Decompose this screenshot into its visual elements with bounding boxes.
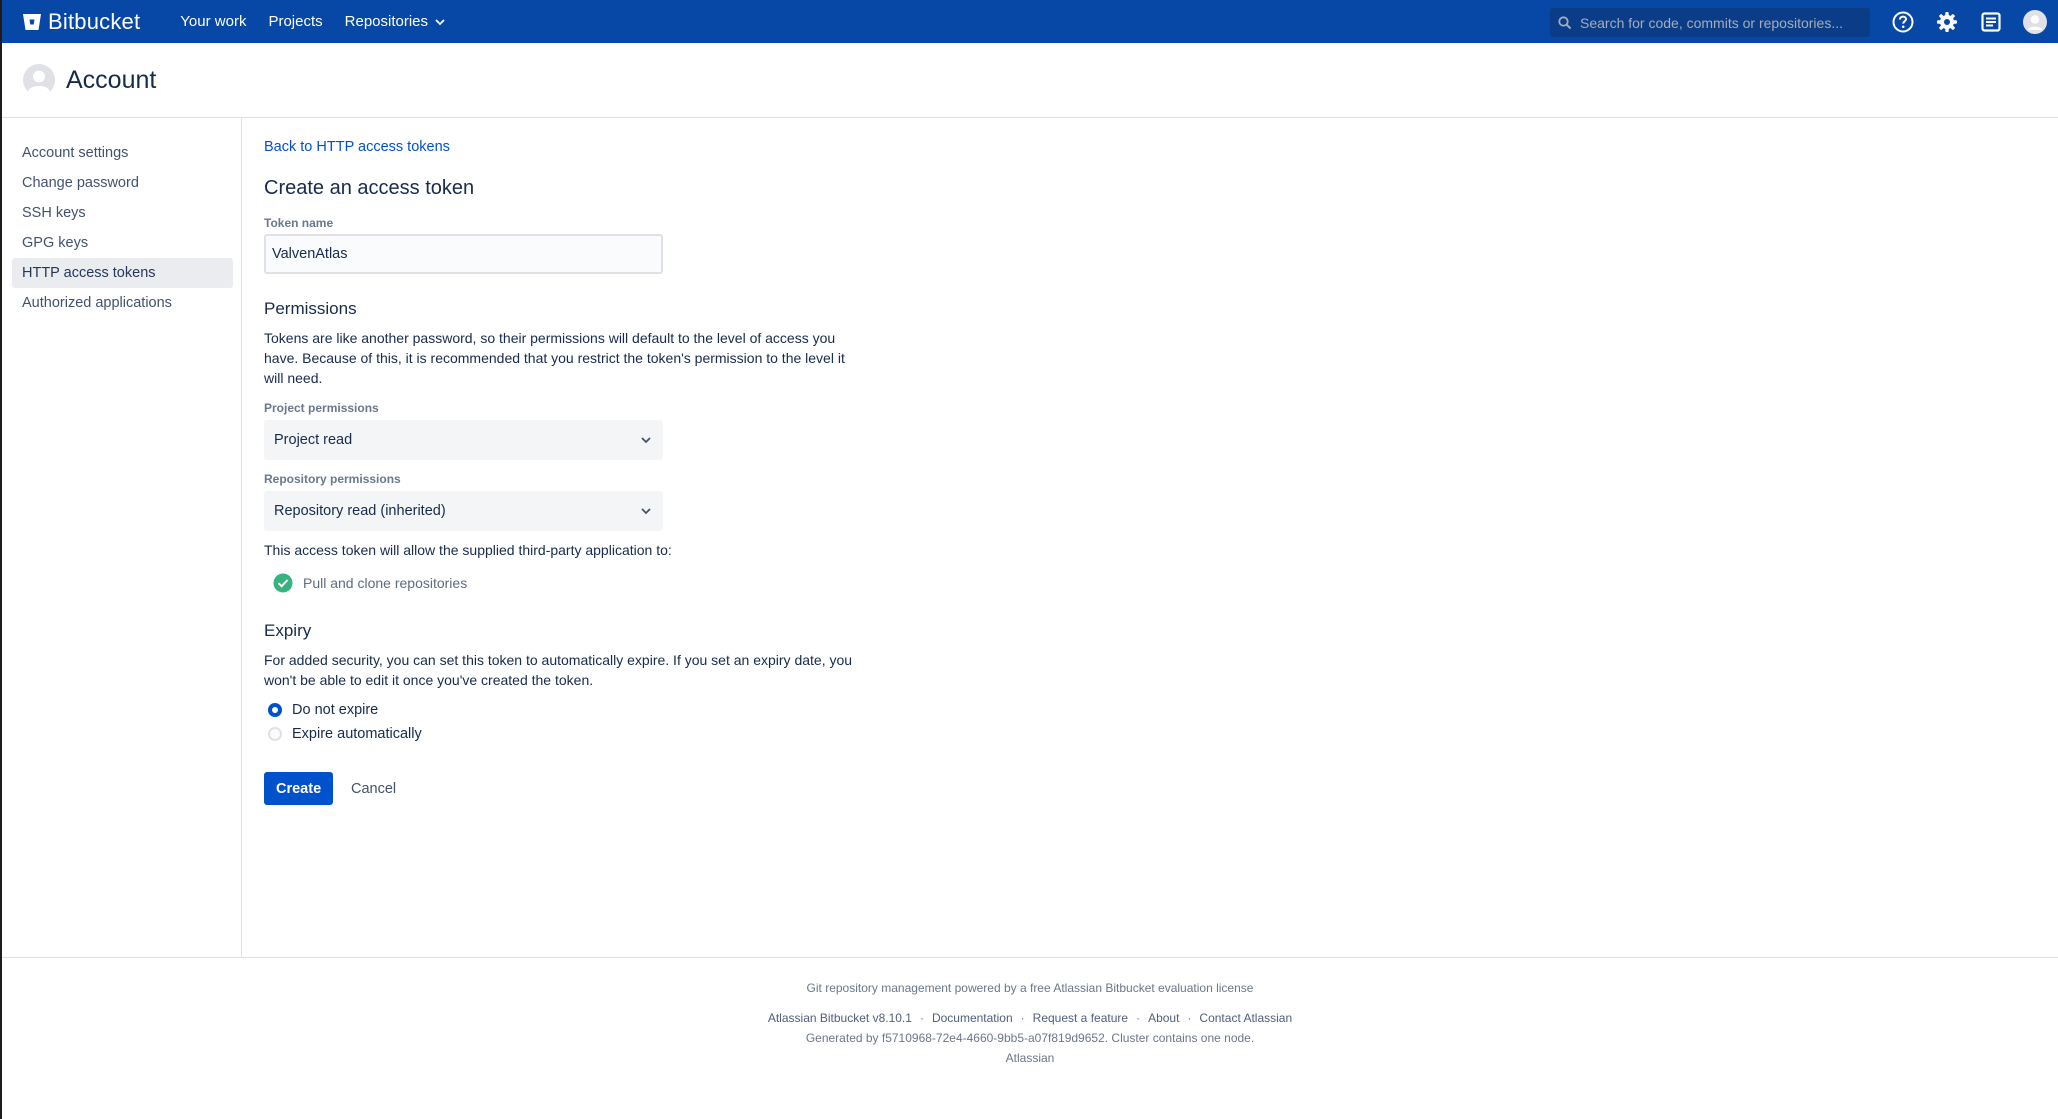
token-name-input[interactable] xyxy=(264,234,663,274)
bitbucket-icon xyxy=(23,13,41,30)
footer-company[interactable]: Atlassian xyxy=(2,1051,2058,1065)
allowed-permission-label: Pull and clone repositories xyxy=(303,575,468,591)
chevron-down-icon xyxy=(641,437,651,444)
search-icon xyxy=(1558,15,1572,29)
sidebar-item-change-password[interactable]: Change password xyxy=(12,168,233,198)
form-title: Create an access token xyxy=(264,177,475,199)
account-avatar-icon xyxy=(23,64,55,96)
token-name-label: Token name xyxy=(264,216,334,230)
footer-link-version[interactable]: Atlassian Bitbucket v8.10.1 xyxy=(768,1011,912,1025)
footer-generated-text: Generated by f5710968-72e4-4660-9bb5-a07… xyxy=(805,1031,1255,1045)
project-permissions-label: Project permissions xyxy=(264,401,379,415)
search-input[interactable] xyxy=(1580,14,1860,31)
expiry-option-do-not-expire[interactable]: Do not expire xyxy=(268,702,378,718)
footer-link-documentation[interactable]: Documentation xyxy=(932,1011,1013,1025)
nav-repositories[interactable]: Repositories xyxy=(345,13,445,30)
chevron-down-icon xyxy=(641,508,651,515)
back-to-tokens-link[interactable]: Back to HTTP access tokens xyxy=(264,139,450,155)
repository-permissions-select[interactable]: Repository read (inherited) xyxy=(264,491,663,531)
permissions-heading: Permissions xyxy=(264,299,357,318)
expiry-heading: Expiry xyxy=(264,621,312,640)
repository-permissions-label: Repository permissions xyxy=(264,472,401,486)
help-icon xyxy=(1892,11,1914,32)
sidebar-item-http-access-tokens[interactable]: HTTP access tokens xyxy=(12,258,233,288)
footer-link-about[interactable]: About xyxy=(1148,1011,1179,1025)
brand-name: Bitbucket xyxy=(48,8,141,34)
radio-do-not-expire-label: Do not expire xyxy=(292,702,379,718)
sidebar-item-account-settings[interactable]: Account settings xyxy=(12,138,233,168)
expiry-option-expire-automatically[interactable]: Expire automatically xyxy=(268,726,422,742)
project-permissions-select[interactable]: Project read xyxy=(264,420,663,460)
help-button[interactable] xyxy=(1890,9,1916,35)
user-avatar-button[interactable] xyxy=(2022,9,2048,35)
chevron-down-icon xyxy=(435,18,445,25)
gear-icon xyxy=(1937,11,1957,32)
avatar-icon xyxy=(2023,9,2047,34)
check-circle-icon xyxy=(273,573,293,593)
sidebar-item-gpg-keys[interactable]: GPG keys xyxy=(12,228,233,258)
nav-projects[interactable]: Projects xyxy=(268,13,322,30)
repository-permissions-value: Repository read (inherited) xyxy=(274,503,446,519)
allowed-permission-item: Pull and clone repositories xyxy=(273,573,467,593)
settings-button[interactable] xyxy=(1934,9,1960,35)
permissions-description: Tokens are like another password, so the… xyxy=(264,330,845,386)
notes-icon xyxy=(1981,11,2001,32)
top-nav-bar: Bitbucket Your work Projects Repositorie… xyxy=(2,0,2058,43)
radio-expire-automatically-label: Expire automatically xyxy=(292,726,422,742)
expiry-description: For added security, you can set this tok… xyxy=(264,652,853,688)
sidebar-item-authorized-applications[interactable]: Authorized applications xyxy=(12,288,233,318)
nav-your-work[interactable]: Your work xyxy=(180,13,246,30)
allow-description: This access token will allow the supplie… xyxy=(264,542,672,558)
cancel-button[interactable]: Cancel xyxy=(343,772,404,805)
page-title: Account xyxy=(66,65,157,94)
search-box[interactable] xyxy=(1550,8,1870,37)
whats-new-button[interactable] xyxy=(1978,9,2004,35)
sidebar-item-ssh-keys[interactable]: SSH keys xyxy=(12,198,233,228)
page-header: Account xyxy=(2,43,2058,118)
footer-license-text: Git repository management powered by a f… xyxy=(806,981,1254,995)
account-sidebar: Account settings Change password SSH key… xyxy=(2,118,242,958)
create-button[interactable]: Create xyxy=(264,772,334,805)
footer-links: Atlassian Bitbucket v8.10.1 · Documentatio… xyxy=(767,1011,1293,1025)
bitbucket-logo[interactable]: Bitbucket xyxy=(22,9,140,35)
radio-expire-automatically[interactable] xyxy=(268,727,282,741)
nav-repositories-label: Repositories xyxy=(344,13,429,30)
footer-link-contact[interactable]: Contact Atlassian xyxy=(1199,1011,1292,1025)
radio-do-not-expire[interactable] xyxy=(268,703,282,717)
footer: Git repository management powered by a f… xyxy=(2,957,2058,1119)
project-permissions-value: Project read xyxy=(274,432,353,448)
footer-link-request-feature[interactable]: Request a feature xyxy=(1033,1011,1128,1025)
